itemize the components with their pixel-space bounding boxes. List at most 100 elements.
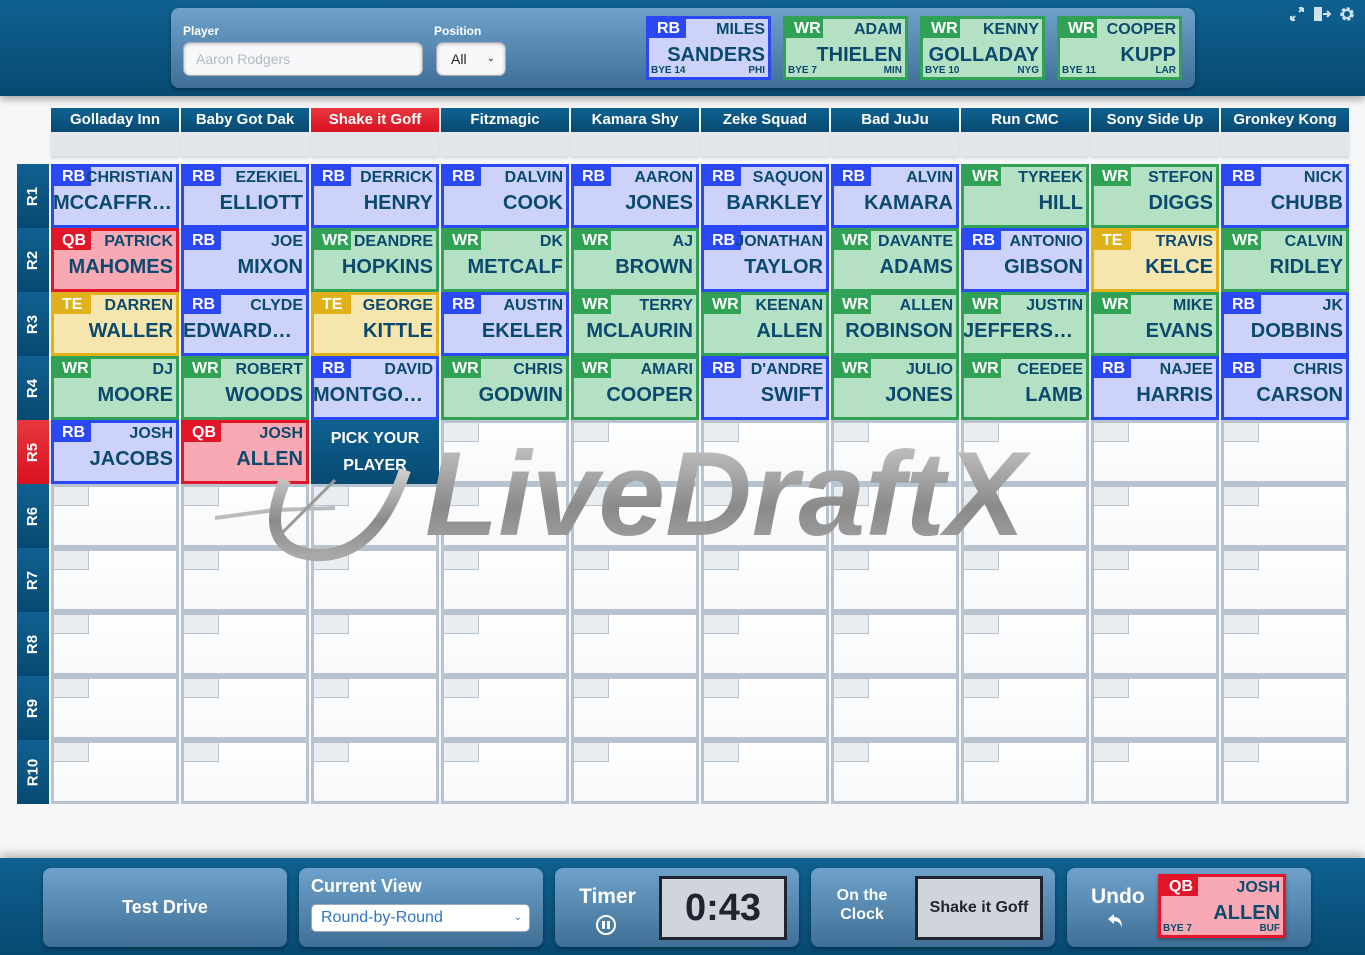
player-first-name: CEEDEE [1017, 361, 1083, 378]
team-name[interactable]: Bad JuJu [831, 108, 959, 132]
drafted-player-card[interactable]: RB ALVIN KAMARA [831, 164, 959, 228]
drafted-player-card[interactable]: WR JUSTIN JEFFERSON [961, 292, 1089, 356]
team-column-header: Sony Side Up [1091, 108, 1219, 156]
drafted-player-card[interactable]: RB CLYDE EDWARDS-H... [181, 292, 309, 356]
queued-player-card[interactable]: WR KENNY GOLLADAY BYE 10 NYG [920, 16, 1045, 80]
round-label-text: R2 [24, 250, 42, 270]
drafted-player-card[interactable]: WR ALLEN ROBINSON [831, 292, 959, 356]
team-name[interactable]: Kamara Shy [571, 108, 699, 132]
drafted-player-card[interactable]: RB AUSTIN EKELER [441, 292, 569, 356]
empty-pick-slot [1091, 420, 1219, 484]
drafted-player-card[interactable]: WR TERRY MCLAURIN [571, 292, 699, 356]
empty-pick-slot [441, 484, 569, 548]
drafted-player-card[interactable]: WR CHRIS GODWIN [441, 356, 569, 420]
drafted-player-card[interactable]: RB DERRICK HENRY [311, 164, 439, 228]
drafted-player-card[interactable]: RB JONATHAN TAYLOR [701, 228, 829, 292]
round-label: R2 [17, 228, 49, 292]
player-label: Player [183, 24, 220, 38]
drafted-player-card[interactable]: RB ANTONIO GIBSON [961, 228, 1089, 292]
empty-pick-slot [441, 548, 569, 612]
position-badge: WR [964, 167, 1001, 186]
empty-pick-slot [831, 420, 959, 484]
player-last-name: ADAMS [879, 256, 953, 278]
team-subheader [1221, 132, 1349, 156]
drafted-player-card[interactable]: RB JOE MIXON [181, 228, 309, 292]
player-first-name: TERRY [639, 297, 693, 314]
pause-icon[interactable] [596, 915, 616, 935]
drafted-player-card[interactable]: TE GEORGE KITTLE [311, 292, 439, 356]
position-badge: WR [574, 231, 611, 250]
queued-player-card[interactable]: RB MILES SANDERS BYE 14 PHI [646, 16, 771, 80]
drafted-player-card[interactable]: WR DAVANTE ADAMS [831, 228, 959, 292]
team-column-header: Zeke Squad [701, 108, 829, 156]
player-search-input[interactable] [183, 42, 423, 76]
drafted-player-card[interactable]: RB DALVIN COOK [441, 164, 569, 228]
undo-button[interactable]: Undo QB JOSH ALLEN BYE 7 BUF [1067, 868, 1311, 947]
drafted-player-card[interactable]: RB JOSH JACOBS [51, 420, 179, 484]
team-subheader [441, 132, 569, 156]
empty-pick-slot [571, 420, 699, 484]
team-name[interactable]: Zeke Squad [701, 108, 829, 132]
pick-your-player-button[interactable]: PICK YOUR PLAYER [311, 420, 439, 484]
drafted-player-card[interactable]: WR JULIO JONES [831, 356, 959, 420]
drafted-player-card[interactable]: TE TRAVIS KELCE [1091, 228, 1219, 292]
drafted-player-card[interactable]: TE DARREN WALLER [51, 292, 179, 356]
team-name[interactable]: Sony Side Up [1091, 108, 1219, 132]
drafted-player-card[interactable]: RB NICK CHUBB [1221, 164, 1349, 228]
drafted-player-card[interactable]: RB CHRISTIAN MCCAFFREY [51, 164, 179, 228]
drafted-player-card[interactable]: RB SAQUON BARKLEY [701, 164, 829, 228]
drafted-player-card[interactable]: WR DEANDRE HOPKINS [311, 228, 439, 292]
drafted-player-card[interactable]: WR ROBERT WOODS [181, 356, 309, 420]
drafted-player-card[interactable]: QB JOSH ALLEN [181, 420, 309, 484]
team-name[interactable]: Gronkey Kong [1221, 108, 1349, 132]
player-first-name: MIKE [1173, 297, 1213, 314]
drafted-player-card[interactable]: WR DJ MOORE [51, 356, 179, 420]
drafted-player-card[interactable]: WR TYREEK HILL [961, 164, 1089, 228]
drafted-player-card[interactable]: WR CEEDEE LAMB [961, 356, 1089, 420]
player-first-name: TRAVIS [1155, 233, 1213, 250]
empty-pick-slot [1221, 420, 1349, 484]
team-name[interactable]: Golladay Inn [51, 108, 179, 132]
empty-pick-slot [961, 740, 1089, 804]
bye-week: BYE 7 [1163, 923, 1192, 934]
team-name[interactable]: Run CMC [961, 108, 1089, 132]
drafted-player-card[interactable]: RB DAVID MONTGOME... [311, 356, 439, 420]
position-badge: RB [834, 167, 871, 186]
team-name[interactable]: Baby Got Dak [181, 108, 309, 132]
drafted-player-card[interactable]: WR MIKE EVANS [1091, 292, 1219, 356]
drafted-player-card[interactable]: RB AARON JONES [571, 164, 699, 228]
team-name[interactable]: Shake it Goff [311, 108, 439, 132]
drafted-player-card[interactable]: RB JK DOBBINS [1221, 292, 1349, 356]
drafted-player-card[interactable]: WR STEFON DIGGS [1091, 164, 1219, 228]
test-drive-button[interactable]: Test Drive [43, 868, 287, 947]
player-last-name: JACOBS [89, 448, 173, 470]
drafted-player-card[interactable]: RB EZEKIEL ELLIOTT [181, 164, 309, 228]
team-name[interactable]: Fitzmagic [441, 108, 569, 132]
empty-pick-slot [181, 548, 309, 612]
settings-icon[interactable] [1339, 6, 1355, 27]
drafted-player-card[interactable]: WR AMARI COOPER [571, 356, 699, 420]
player-first-name: ALVIN [906, 169, 953, 186]
drafted-player-card[interactable]: RB D'ANDRE SWIFT [701, 356, 829, 420]
queued-player-card[interactable]: WR COOPER KUPP BYE 11 LAR [1057, 16, 1182, 80]
position-badge: RB [314, 359, 351, 378]
drafted-player-card[interactable]: WR AJ BROWN [571, 228, 699, 292]
exit-icon[interactable] [1313, 6, 1332, 27]
drafted-player-card[interactable]: WR KEENAN ALLEN [701, 292, 829, 356]
drafted-player-card[interactable]: WR DK METCALF [441, 228, 569, 292]
fullscreen-icon[interactable] [1289, 6, 1305, 27]
player-first-name: TYREEK [1018, 169, 1083, 186]
drafted-player-card[interactable]: WR CALVIN RIDLEY [1221, 228, 1349, 292]
position-badge: RB [704, 167, 741, 186]
current-view-select[interactable]: Round-by-Round ⌄ [311, 904, 530, 932]
player-first-name: JONATHAN [735, 233, 823, 250]
drafted-player-card[interactable]: QB PATRICK MAHOMES [51, 228, 179, 292]
player-first-name: MILES [716, 21, 765, 38]
empty-pick-slot [571, 612, 699, 676]
position-badge: RB [184, 167, 221, 186]
queued-player-card[interactable]: WR ADAM THIELEN BYE 7 MIN [783, 16, 908, 80]
drafted-player-card[interactable]: RB NAJEE HARRIS [1091, 356, 1219, 420]
draft-board-grid: RB CHRISTIAN MCCAFFREY RB EZEKIEL ELLIOTT RB DE… [51, 164, 1349, 804]
drafted-player-card[interactable]: RB CHRIS CARSON [1221, 356, 1349, 420]
position-select[interactable]: All ⌄ [436, 42, 506, 76]
